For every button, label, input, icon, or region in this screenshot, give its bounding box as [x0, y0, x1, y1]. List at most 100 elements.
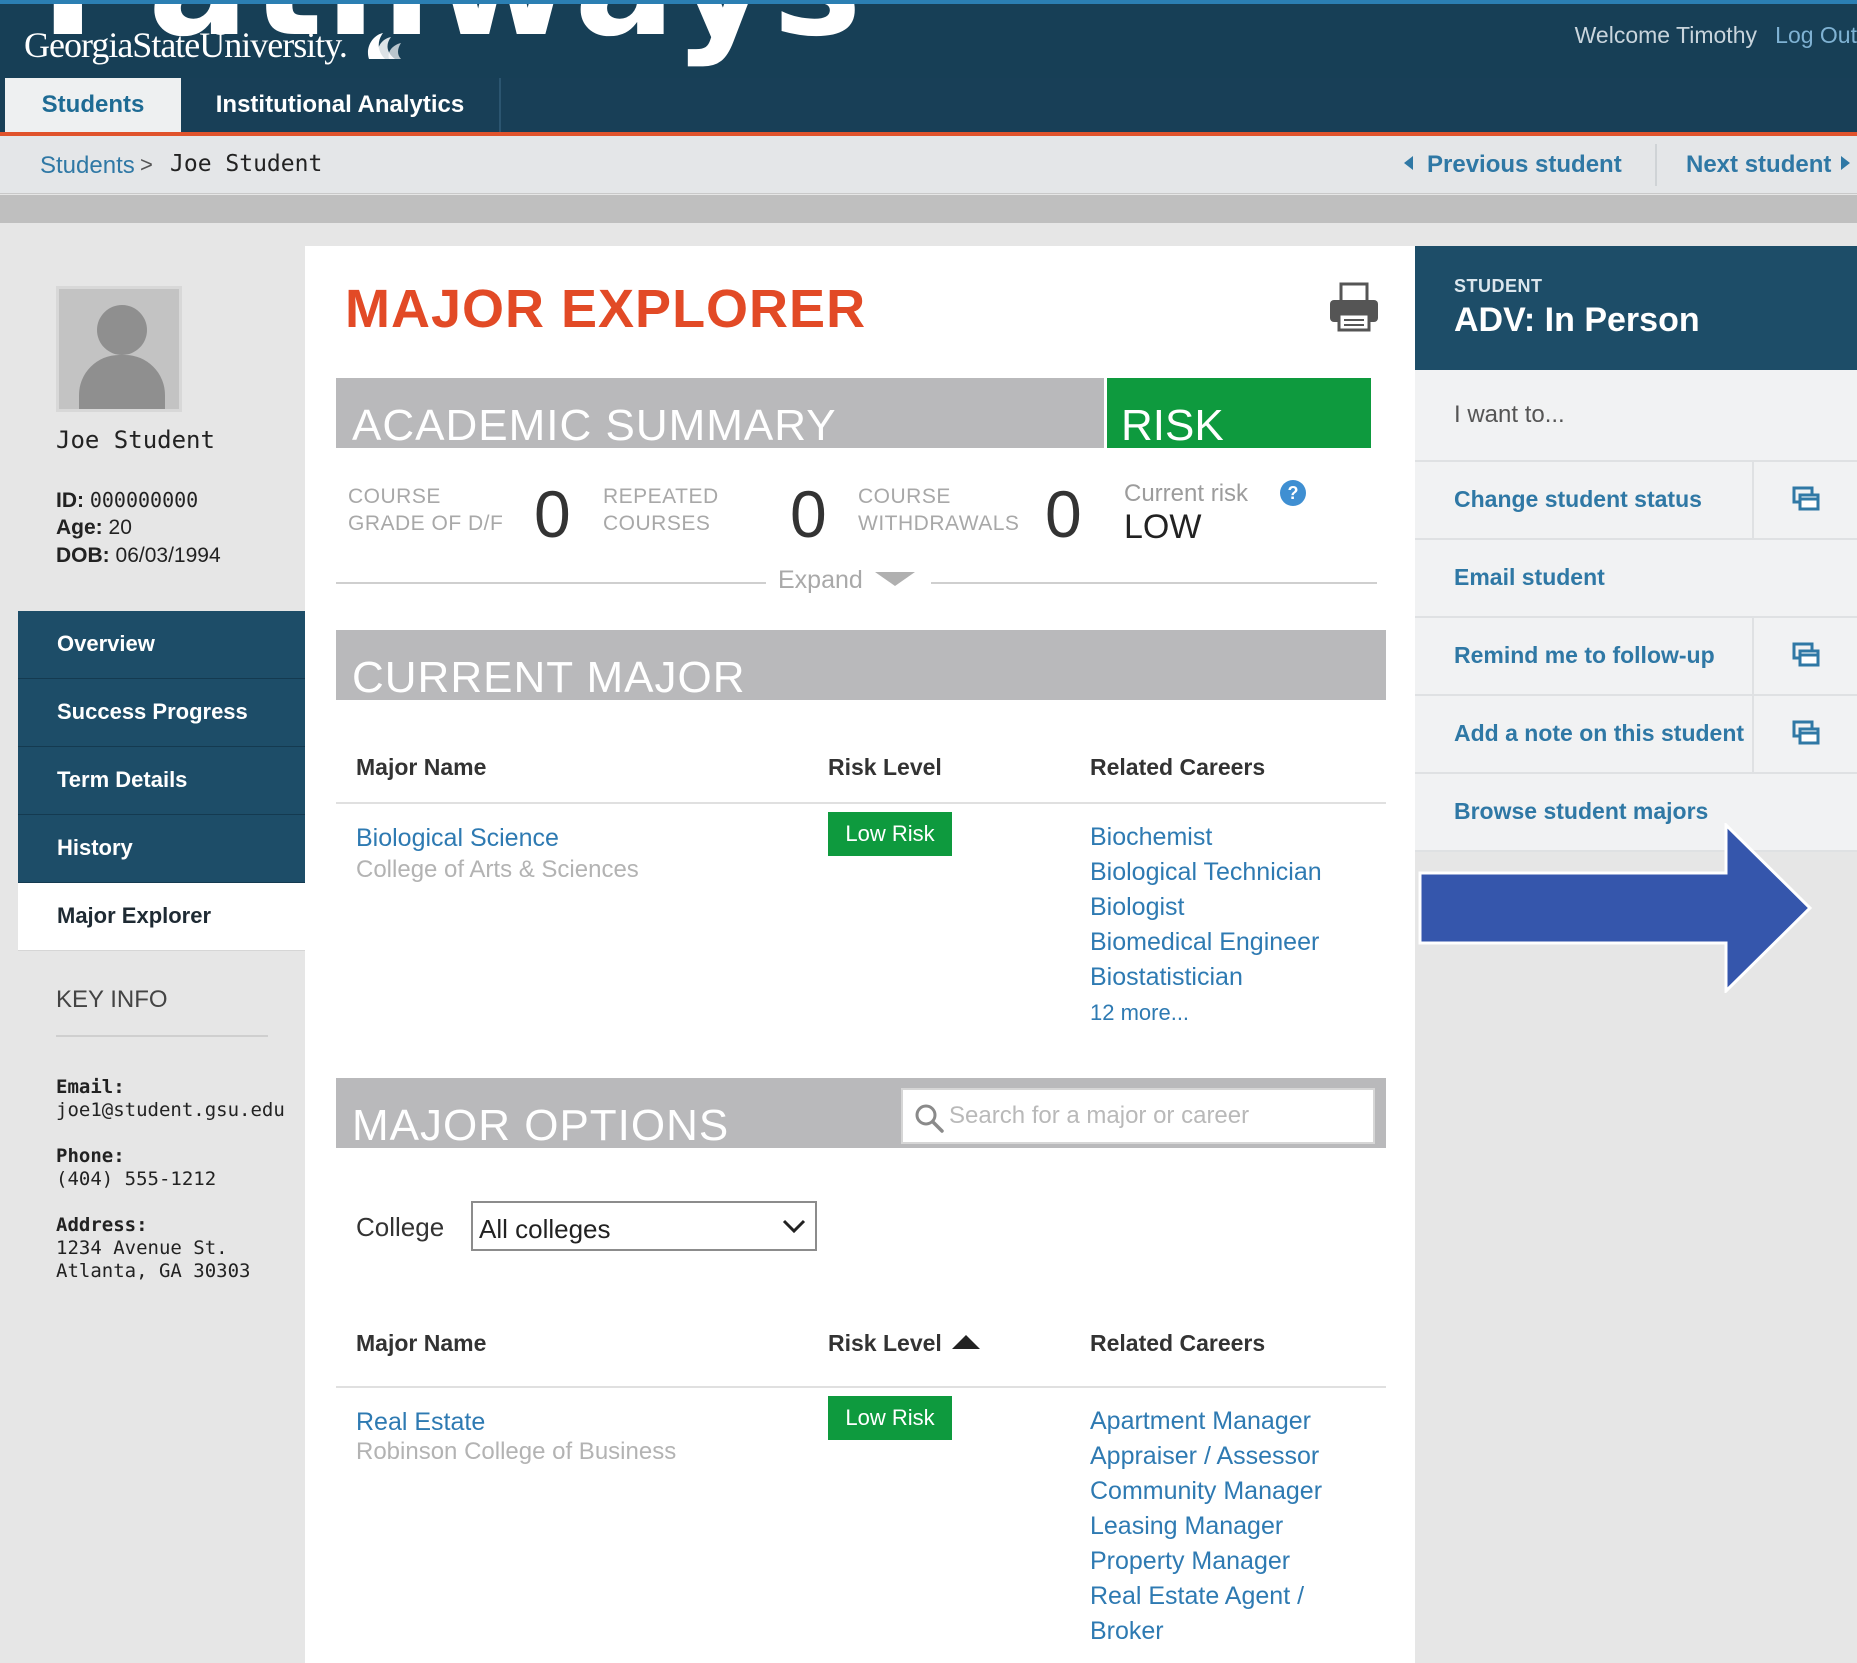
- university-logo-icon: [367, 33, 401, 59]
- col-related-careers: Related Careers: [1090, 754, 1266, 780]
- gray-separator: [0, 195, 1857, 223]
- career-link[interactable]: Apartment Manager: [1090, 1404, 1322, 1439]
- student-dob-label: DOB:: [56, 544, 110, 567]
- expand-toggle[interactable]: Expand: [778, 566, 863, 595]
- search-input[interactable]: [949, 1098, 1359, 1134]
- arrow-right-icon: [1418, 823, 1812, 993]
- chevron-down-icon[interactable]: [875, 572, 915, 586]
- popup-button[interactable]: [1752, 618, 1857, 694]
- welcome-text: Welcome Timothy: [1574, 22, 1757, 48]
- address-line-1: 1234 Avenue St.: [56, 1237, 228, 1259]
- student-age-value: 20: [108, 516, 132, 539]
- college-select[interactable]: All colleges: [471, 1201, 817, 1251]
- page-title: MAJOR EXPLORER: [345, 279, 867, 339]
- student-id: ID: 000000000: [56, 488, 198, 513]
- student-age: Age: 20: [56, 516, 132, 540]
- more-careers-link[interactable]: 12 more...: [1090, 995, 1322, 1030]
- career-link[interactable]: Leasing Manager: [1090, 1509, 1322, 1544]
- breadcrumb: Students > Joe Student Previous student …: [0, 136, 1857, 194]
- repeated-label-line-1: REPEATED: [603, 485, 719, 508]
- career-link[interactable]: Real Estate Agent /: [1090, 1579, 1322, 1614]
- career-link[interactable]: Biological Technician: [1090, 855, 1322, 890]
- print-icon[interactable]: [1327, 282, 1381, 332]
- career-link[interactable]: Appraiser / Assessor: [1090, 1439, 1322, 1474]
- search-icon: [915, 1104, 944, 1133]
- college-filter-label: College: [356, 1212, 445, 1242]
- major-explorer-panel: MAJOR EXPLORER ACADEMIC SUMMARY RISK COU…: [305, 246, 1415, 1663]
- academic-summary-title: ACADEMIC SUMMARY: [352, 401, 837, 448]
- major-options-title: MAJOR OPTIONS: [352, 1101, 730, 1148]
- top-header: Pathways GeorgiaStateUniversity. Welcome…: [0, 0, 1857, 78]
- current-risk-label: Current risk: [1124, 480, 1249, 507]
- career-link[interactable]: Biologist: [1090, 890, 1322, 925]
- action-label: Add a note on this student: [1454, 720, 1745, 746]
- col-related-careers[interactable]: Related Careers: [1090, 1330, 1265, 1357]
- action-change-student-status[interactable]: Change student status: [1415, 462, 1857, 540]
- address-label: Address:: [56, 1214, 148, 1236]
- action-label: Remind me to follow-up: [1454, 642, 1715, 668]
- career-link[interactable]: Biomedical Engineer: [1090, 925, 1322, 960]
- student-actions-panel: STUDENT ADV: In Person I want to... Chan…: [1415, 246, 1857, 852]
- divider: [931, 582, 1377, 584]
- action-remind-follow-up[interactable]: Remind me to follow-up: [1415, 618, 1857, 696]
- nav-history[interactable]: History: [18, 815, 305, 883]
- career-link[interactable]: Property Manager: [1090, 1544, 1322, 1579]
- career-link[interactable]: Community Manager: [1090, 1474, 1322, 1509]
- action-email-student[interactable]: Email student: [1415, 540, 1857, 618]
- repeated-courses-label: REPEATED COURSES: [603, 483, 719, 537]
- course-withdrawals-label: COURSE WITHDRAWALS: [858, 483, 1019, 537]
- student-name: Joe Student: [56, 426, 215, 454]
- student-nav: Overview Success Progress Term Details H…: [18, 611, 305, 951]
- col-major-name[interactable]: Major Name: [356, 1330, 486, 1357]
- action-label: Change student status: [1454, 486, 1702, 512]
- help-icon[interactable]: ?: [1280, 480, 1306, 506]
- logo-text: GeorgiaStateUniversity.: [24, 25, 348, 65]
- career-link[interactable]: Biochemist: [1090, 820, 1322, 855]
- nav-success-progress[interactable]: Success Progress: [18, 679, 305, 747]
- address-line-2: Atlanta, GA 30303: [56, 1260, 251, 1282]
- option-major-careers: Apartment Manager Appraiser / Assessor C…: [1090, 1404, 1322, 1649]
- career-link[interactable]: Broker: [1090, 1614, 1322, 1649]
- current-major-college: College of Arts & Sciences: [356, 856, 639, 883]
- nav-major-explorer[interactable]: Major Explorer: [18, 883, 305, 951]
- course-grade-label-line-1: COURSE: [348, 485, 441, 508]
- major-search-box[interactable]: [901, 1088, 1375, 1144]
- course-grade-label-line-2: GRADE OF D/F: [348, 512, 504, 535]
- next-student-link[interactable]: Next student: [1686, 151, 1851, 179]
- university-logo[interactable]: GeorgiaStateUniversity.: [24, 24, 403, 66]
- student-dob-value: 06/03/1994: [115, 544, 221, 567]
- option-major-link[interactable]: Real Estate: [356, 1408, 485, 1437]
- breadcrumb-students-link[interactable]: Students: [40, 152, 135, 180]
- logout-link[interactable]: Log Out: [1775, 22, 1857, 49]
- student-id-label: ID:: [56, 489, 84, 512]
- current-major-link[interactable]: Biological Science: [356, 824, 559, 853]
- student-status-caption: STUDENT: [1454, 276, 1543, 296]
- divider: [336, 1386, 1386, 1388]
- popup-button[interactable]: [1752, 696, 1857, 772]
- academic-summary-header: ACADEMIC SUMMARY: [336, 378, 1104, 448]
- student-id-value: 000000000: [89, 488, 199, 512]
- course-withdrawals-value: 0: [1045, 477, 1082, 551]
- student-dob: DOB: 06/03/1994: [56, 544, 221, 568]
- course-grade-value: 0: [534, 477, 571, 551]
- nav-term-details[interactable]: Term Details: [18, 747, 305, 815]
- student-age-label: Age:: [56, 516, 103, 539]
- nav-overview[interactable]: Overview: [18, 611, 305, 679]
- divider: [1655, 144, 1657, 186]
- popup-button[interactable]: [1752, 462, 1857, 538]
- chevron-left-icon: [1404, 156, 1413, 170]
- phone-value: (404) 555-1212: [56, 1168, 217, 1190]
- option-major-college: Robinson College of Business: [356, 1438, 677, 1465]
- previous-student-label: Previous student: [1427, 151, 1622, 178]
- tab-students[interactable]: Students: [5, 78, 181, 132]
- col-risk-level-sort[interactable]: Risk Level: [828, 1330, 980, 1357]
- action-add-note[interactable]: Add a note on this student: [1415, 696, 1857, 774]
- previous-student-link[interactable]: Previous student: [1404, 151, 1622, 179]
- divider: [336, 802, 1386, 804]
- career-link[interactable]: Biostatistician: [1090, 960, 1322, 995]
- repeated-courses-value: 0: [790, 477, 827, 551]
- tab-institutional-analytics[interactable]: Institutional Analytics: [181, 78, 501, 132]
- email-value[interactable]: joe1@student.gsu.edu: [56, 1099, 285, 1122]
- avatar-head: [97, 305, 147, 355]
- divider: [336, 582, 766, 584]
